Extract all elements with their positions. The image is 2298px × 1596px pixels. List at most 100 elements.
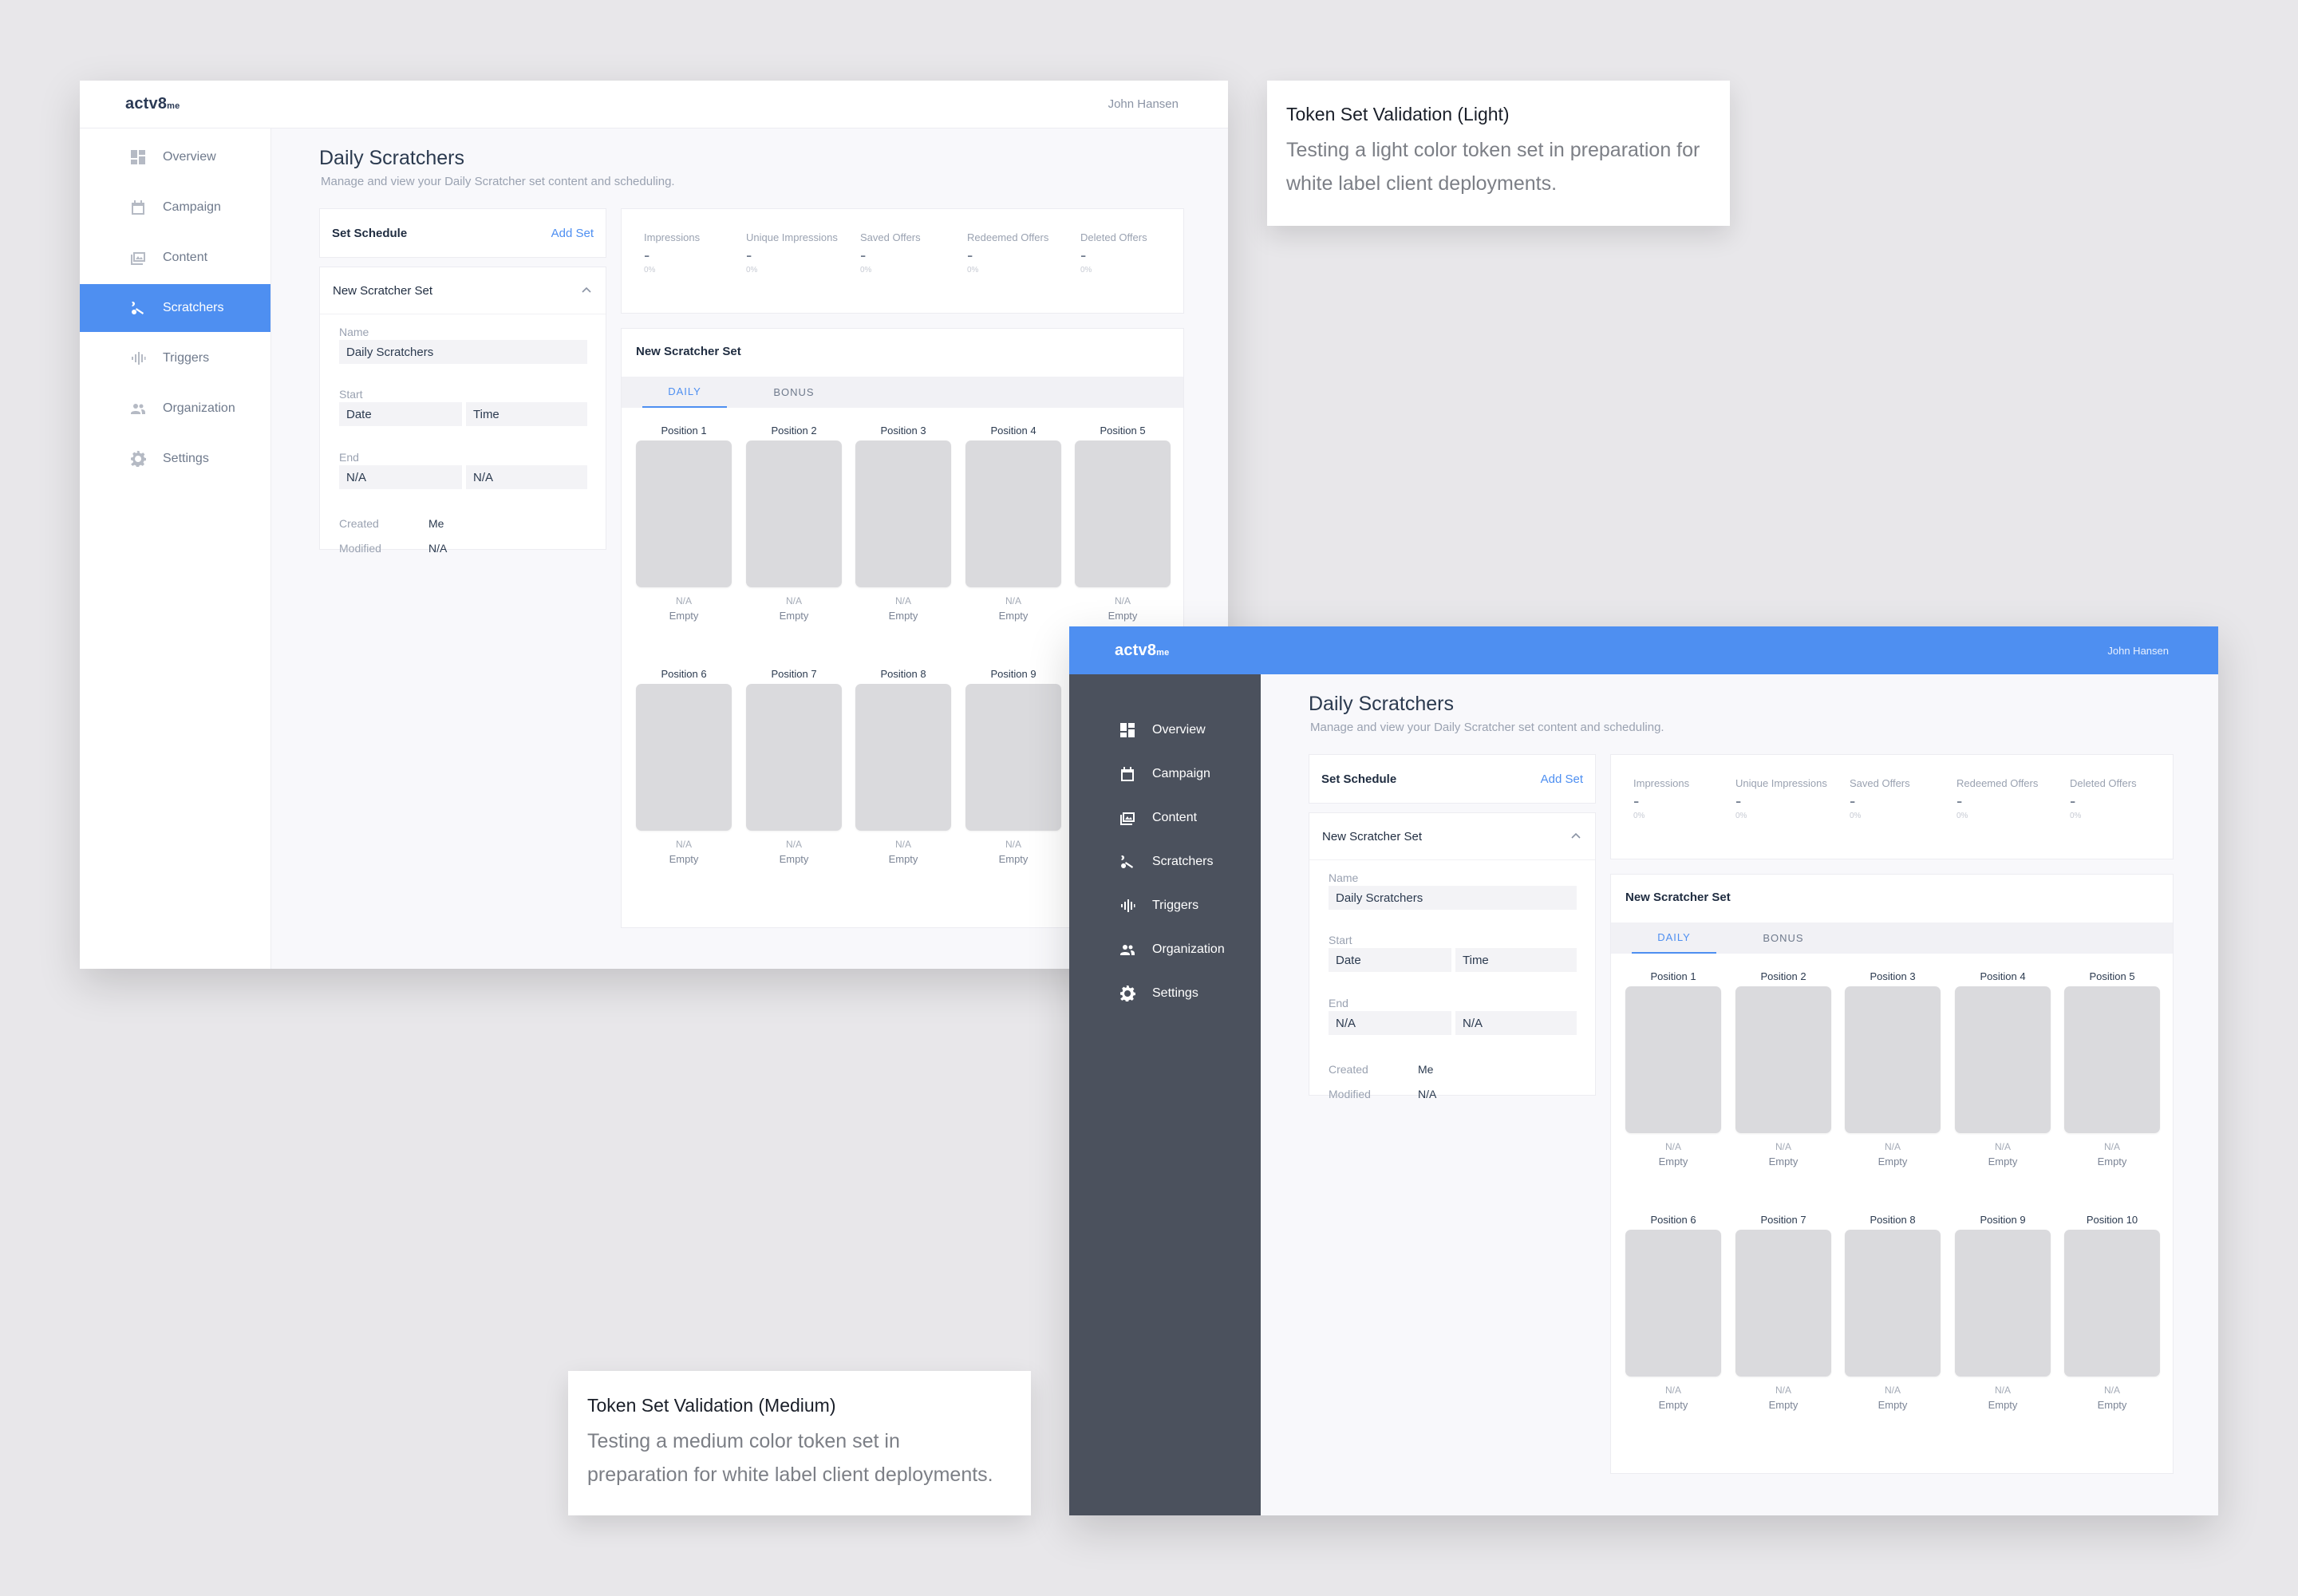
start-time-field[interactable]: Time (1455, 948, 1577, 972)
position-image[interactable] (1625, 986, 1721, 1133)
end-date-field[interactable]: N/A (339, 465, 462, 489)
sidebar-item-label: Campaign (163, 200, 221, 214)
sidebar-item-triggers[interactable]: Triggers (80, 334, 270, 382)
light-theme-screen: actv8me John Hansen Overview Campaign Co… (80, 81, 1228, 969)
position-card[interactable]: Position 2 N/A Empty (1735, 970, 1831, 1167)
position-card[interactable]: Position 5 N/A Empty (1075, 425, 1171, 622)
user-name[interactable]: John Hansen (1108, 97, 1179, 111)
end-date-field[interactable]: N/A (1329, 1011, 1451, 1035)
position-image[interactable] (1955, 1230, 2051, 1377)
position-image[interactable] (855, 684, 951, 831)
calendar-icon (129, 199, 147, 216)
position-card[interactable]: Position 9 N/A Empty (965, 668, 1061, 865)
set-schedule-bar: Set Schedule Add Set (319, 208, 606, 258)
scratcher-grid-panel: New Scratcher Set DAILY BONUS Position 1… (1610, 874, 2174, 1474)
add-set-button[interactable]: Add Set (551, 227, 594, 240)
set-panel-header[interactable]: New Scratcher Set (1309, 813, 1595, 860)
position-image[interactable] (855, 440, 951, 587)
tab-daily[interactable]: DAILY (1632, 922, 1716, 954)
position-card[interactable]: Position 3 N/A Empty (855, 425, 951, 622)
position-card[interactable]: Position 6 N/A Empty (1625, 1214, 1721, 1411)
position-image[interactable] (1075, 440, 1171, 587)
sidebar-item-campaign[interactable]: Campaign (1069, 750, 1261, 798)
end-label: End (1329, 997, 1348, 1009)
created-label: Created (1329, 1063, 1368, 1076)
sidebar-item-campaign[interactable]: Campaign (80, 184, 270, 231)
tab-bar: DAILY BONUS (622, 377, 1183, 408)
brand-logo[interactable]: actv8me (1115, 642, 1169, 660)
created-value: Me (1418, 1063, 1434, 1076)
organization-icon (1119, 941, 1136, 958)
position-image[interactable] (965, 440, 1061, 587)
add-set-button[interactable]: Add Set (1541, 772, 1583, 786)
position-card[interactable]: Position 2 N/A Empty (746, 425, 842, 622)
sidebar-item-content[interactable]: Content (1069, 794, 1261, 842)
position-image[interactable] (2064, 986, 2160, 1133)
tab-bonus[interactable]: BONUS (1741, 922, 1826, 954)
sidebar-item-settings[interactable]: Settings (80, 435, 270, 483)
position-image[interactable] (636, 684, 732, 831)
top-bar: actv8me John Hansen (80, 81, 1228, 128)
stat-impressions: Impressions -0% (644, 231, 701, 275)
start-date-field[interactable]: Date (339, 402, 462, 426)
start-label: Start (339, 388, 363, 401)
position-image[interactable] (1845, 986, 1941, 1133)
trigger-icon (1119, 897, 1136, 915)
position-image[interactable] (1735, 1230, 1831, 1377)
end-time-field[interactable]: N/A (466, 465, 587, 489)
position-card[interactable]: Position 3 N/A Empty (1845, 970, 1941, 1167)
sidebar-item-label: Triggers (1152, 899, 1199, 912)
position-image[interactable] (1625, 1230, 1721, 1377)
position-card[interactable]: Position 5 N/A Empty (2064, 970, 2160, 1167)
position-card[interactable]: Position 1 N/A Empty (636, 425, 732, 622)
sidebar-item-organization[interactable]: Organization (1069, 926, 1261, 974)
note-title: Token Set Validation (Light) (1286, 104, 1510, 124)
start-time-field[interactable]: Time (466, 402, 587, 426)
position-card[interactable]: Position 9 N/A Empty (1955, 1214, 2051, 1411)
name-field[interactable]: Daily Scratchers (339, 340, 587, 364)
position-card[interactable]: Position 6 N/A Empty (636, 668, 732, 865)
position-card[interactable]: Position 10N/AEmpty (2064, 1214, 2160, 1411)
page-subtitle: Manage and view your Daily Scratcher set… (321, 175, 675, 188)
chevron-up-icon[interactable] (1570, 830, 1582, 843)
sidebar-item-label: Campaign (1152, 767, 1210, 780)
set-panel-header[interactable]: New Scratcher Set (320, 267, 606, 314)
set-panel-title: New Scratcher Set (333, 283, 433, 298)
position-image[interactable] (2064, 1230, 2160, 1377)
sidebar-item-settings[interactable]: Settings (1069, 970, 1261, 1017)
organization-icon (129, 400, 147, 417)
sidebar-item-organization[interactable]: Organization (80, 385, 270, 433)
sidebar-item-content[interactable]: Content (80, 234, 270, 282)
position-card[interactable]: Position 8 N/A Empty (855, 668, 951, 865)
brand-logo[interactable]: actv8me (125, 95, 180, 113)
position-card[interactable]: Position 4 N/A Empty (1955, 970, 2051, 1167)
position-image[interactable] (746, 440, 842, 587)
position-image[interactable] (965, 684, 1061, 831)
position-card[interactable]: Position 4 N/A Empty (965, 425, 1061, 622)
sidebar-item-overview[interactable]: Overview (1069, 706, 1261, 754)
position-image[interactable] (636, 440, 732, 587)
position-image[interactable] (746, 684, 842, 831)
position-card[interactable]: Position 7 N/A Empty (746, 668, 842, 865)
sidebar-item-scratchers[interactable]: Scratchers (1069, 838, 1261, 886)
user-name[interactable]: John Hansen (2107, 645, 2169, 657)
start-date-field[interactable]: Date (1329, 948, 1451, 972)
chevron-up-icon[interactable] (580, 284, 593, 297)
sidebar-item-scratchers[interactable]: Scratchers (80, 284, 270, 332)
sidebar-item-overview[interactable]: Overview (80, 133, 270, 181)
position-card[interactable]: Position 1 N/A Empty (1625, 970, 1721, 1167)
sidebar-item-label: Scratchers (163, 301, 224, 314)
position-card[interactable]: Position 8 N/A Empty (1845, 1214, 1941, 1411)
position-image[interactable] (1735, 986, 1831, 1133)
tab-daily[interactable]: DAILY (642, 377, 727, 408)
sidebar-item-label: Settings (163, 452, 209, 465)
name-field[interactable]: Daily Scratchers (1329, 886, 1577, 910)
sidebar-item-triggers[interactable]: Triggers (1069, 882, 1261, 930)
tab-bonus[interactable]: BONUS (752, 377, 836, 408)
created-label: Created (339, 517, 379, 530)
position-card[interactable]: Position 7 N/A Empty (1735, 1214, 1831, 1411)
modified-label: Modified (339, 542, 381, 555)
end-time-field[interactable]: N/A (1455, 1011, 1577, 1035)
position-image[interactable] (1845, 1230, 1941, 1377)
position-image[interactable] (1955, 986, 2051, 1133)
